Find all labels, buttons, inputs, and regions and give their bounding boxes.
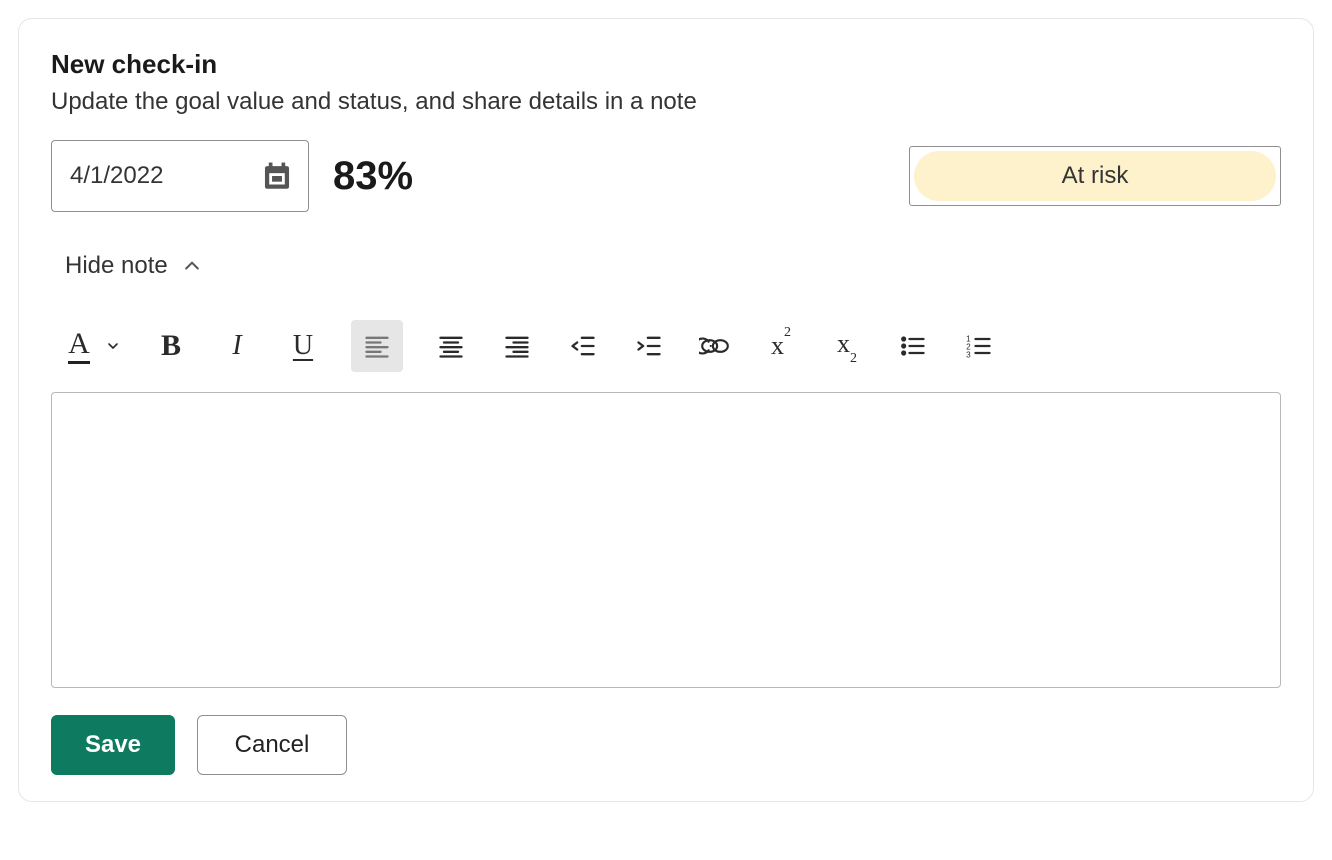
bold-button[interactable]: B — [153, 328, 189, 364]
underline-icon: U — [293, 330, 313, 362]
align-center-icon — [437, 332, 465, 360]
numbered-list-icon: 1 2 3 — [965, 332, 993, 360]
goal-value: 83% — [333, 154, 413, 199]
align-left-button[interactable] — [351, 320, 403, 372]
svg-text:3: 3 — [966, 351, 971, 360]
note-toolbar: A B I U — [51, 320, 1281, 392]
status-pill: At risk — [914, 151, 1276, 201]
align-center-button[interactable] — [433, 328, 469, 364]
calendar-icon — [260, 159, 294, 193]
panel-subtitle: Update the goal value and status, and sh… — [51, 88, 1281, 116]
date-picker[interactable]: 4/1/2022 — [51, 140, 309, 212]
align-right-icon — [503, 332, 531, 360]
superscript-button[interactable]: x2 — [763, 328, 799, 364]
chevron-down-icon — [105, 338, 121, 354]
value-row: 4/1/2022 83% At risk — [51, 140, 1281, 212]
date-value: 4/1/2022 — [70, 162, 163, 190]
font-color-icon: A — [68, 329, 90, 364]
indent-icon — [635, 332, 663, 360]
status-selector[interactable]: At risk — [909, 146, 1281, 206]
panel-title: New check-in — [51, 49, 1281, 80]
font-color-dropdown[interactable] — [103, 328, 123, 364]
link-button[interactable] — [697, 328, 733, 364]
bold-icon: B — [161, 329, 181, 363]
outdent-button[interactable] — [565, 328, 601, 364]
align-left-icon — [363, 332, 391, 360]
hide-note-label: Hide note — [65, 252, 168, 280]
align-right-button[interactable] — [499, 328, 535, 364]
hide-note-toggle[interactable]: Hide note — [55, 248, 212, 284]
outdent-icon — [569, 332, 597, 360]
bullet-list-icon — [899, 332, 927, 360]
note-textarea[interactable] — [51, 392, 1281, 688]
font-color-button[interactable]: A — [61, 328, 97, 364]
italic-icon: I — [232, 330, 241, 362]
italic-button[interactable]: I — [219, 328, 255, 364]
subscript-icon: x2 — [837, 329, 857, 363]
cancel-button[interactable]: Cancel — [197, 715, 347, 775]
indent-button[interactable] — [631, 328, 667, 364]
status-label: At risk — [1062, 162, 1129, 190]
chevron-up-icon — [182, 256, 202, 276]
underline-button[interactable]: U — [285, 328, 321, 364]
superscript-icon: x2 — [771, 331, 791, 361]
footer-buttons: Save Cancel — [51, 715, 1281, 775]
numbered-list-button[interactable]: 1 2 3 — [961, 328, 997, 364]
subscript-button[interactable]: x2 — [829, 328, 865, 364]
checkin-panel: New check-in Update the goal value and s… — [18, 18, 1314, 802]
bullet-list-button[interactable] — [895, 328, 931, 364]
save-button[interactable]: Save — [51, 715, 175, 775]
link-icon — [699, 332, 731, 360]
